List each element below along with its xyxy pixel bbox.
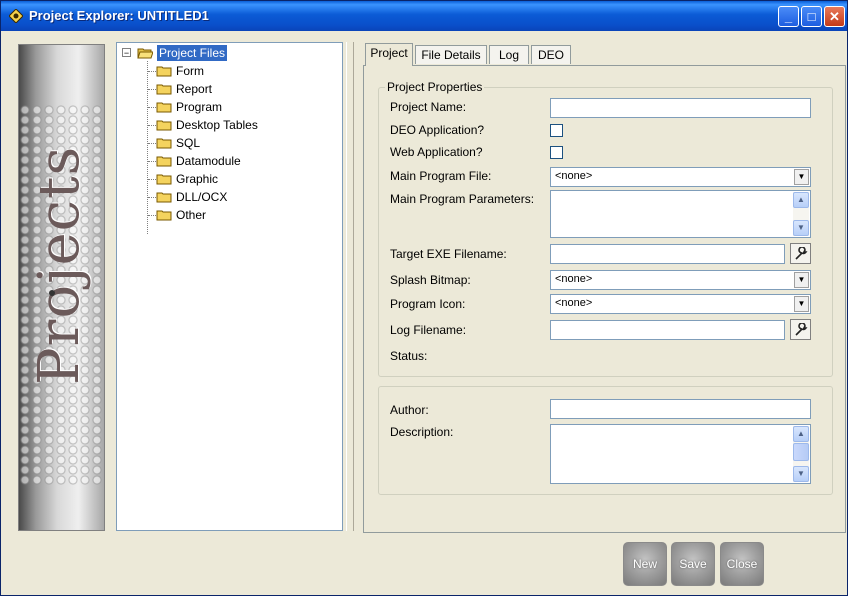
project-name-label: Project Name: [390, 100, 467, 114]
scroll-down-icon[interactable]: ▼ [793, 220, 809, 236]
open-folder-icon [137, 48, 153, 59]
main-program-file-label: Main Program File: [390, 169, 492, 183]
web-application-label: Web Application? [390, 145, 483, 159]
folder-icon [156, 192, 172, 203]
scroll-up-icon[interactable]: ▲ [793, 192, 809, 208]
project-tree[interactable]: − Project Files Form Report Program Desk… [116, 42, 343, 531]
status-label: Status: [390, 349, 428, 363]
tab-file-details[interactable]: File Details [415, 45, 487, 64]
vertical-scrollbar[interactable]: ▲ ▼ [793, 192, 809, 236]
description-input[interactable]: ▲ ▼ [550, 424, 811, 484]
tree-item-label: Other [176, 208, 207, 222]
author-input[interactable] [550, 399, 811, 419]
scroll-up-icon[interactable]: ▲ [793, 426, 809, 442]
target-exe-filename-label: Target EXE Filename: [390, 247, 507, 261]
project-name-input[interactable] [550, 98, 811, 118]
program-icon-value: <none> [555, 297, 593, 309]
projects-logo-text: Projects [27, 145, 92, 385]
chevron-down-icon[interactable]: ▼ [794, 296, 809, 312]
target-exe-filename-input[interactable] [550, 244, 785, 264]
folder-icon [156, 84, 172, 95]
tab-project[interactable]: Project [365, 43, 413, 66]
app-icon [9, 9, 23, 23]
main-program-parameters-input[interactable]: ▲ ▼ [550, 190, 811, 238]
splash-bitmap-select[interactable]: <none> ▼ [550, 270, 811, 290]
tab-deo[interactable]: DEO [531, 45, 571, 64]
projects-banner-image: Projects [18, 44, 105, 531]
vertical-scrollbar[interactable]: ▲ ▼ [793, 426, 809, 482]
close-button[interactable]: Close [720, 542, 764, 586]
folder-icon [156, 138, 172, 149]
chevron-down-icon[interactable]: ▼ [794, 272, 809, 288]
title-bar[interactable]: Project Explorer: UNTITLED1 _ □ ✕ [1, 1, 847, 31]
folder-icon [156, 120, 172, 131]
tree-item-label: Program [176, 100, 223, 114]
tree-item-label: Report [176, 82, 213, 96]
minimize-button[interactable]: _ [778, 6, 799, 27]
web-application-checkbox[interactable] [550, 146, 563, 159]
folder-icon [156, 66, 172, 77]
new-button[interactable]: New [623, 542, 667, 586]
tree-item-label: Datamodule [176, 154, 241, 168]
folder-icon [156, 102, 172, 113]
main-program-parameters-label: Main Program Parameters: [390, 192, 535, 206]
log-filename-input[interactable] [550, 320, 785, 340]
tree-item-label: SQL [176, 136, 201, 150]
close-window-button[interactable]: ✕ [824, 6, 845, 27]
wrench-icon[interactable] [790, 319, 811, 340]
main-program-file-value: <none> [555, 170, 593, 182]
tab-log[interactable]: Log [489, 45, 529, 64]
deo-application-checkbox[interactable] [550, 124, 563, 137]
maximize-button[interactable]: □ [801, 6, 822, 27]
tree-item-label: Desktop Tables [176, 118, 258, 132]
scroll-down-icon[interactable]: ▼ [793, 466, 809, 482]
author-label: Author: [390, 403, 429, 417]
project-tab-panel: Project Properties Project Name: DEO App… [363, 65, 846, 533]
chevron-down-icon[interactable]: ▼ [794, 169, 809, 185]
description-label: Description: [390, 425, 454, 439]
window-title: Project Explorer: UNTITLED1 [29, 8, 209, 23]
pane-splitter[interactable] [346, 42, 354, 531]
deo-application-label: DEO Application? [390, 123, 485, 137]
tree-item-label: DLL/OCX [176, 190, 228, 204]
banner-dot [49, 290, 55, 296]
folder-icon [156, 210, 172, 221]
program-icon-select[interactable]: <none> ▼ [550, 294, 811, 314]
save-button[interactable]: Save [671, 542, 715, 586]
splash-bitmap-label: Splash Bitmap: [390, 273, 471, 287]
log-filename-label: Log Filename: [390, 323, 467, 337]
project-explorer-window: Project Explorer: UNTITLED1 _ □ ✕ Projec… [0, 0, 848, 596]
tree-item-label: Graphic [176, 172, 219, 186]
folder-icon [156, 174, 172, 185]
scroll-thumb[interactable] [793, 443, 809, 461]
tree-item-label: Form [176, 64, 204, 78]
tree-root-label: Project Files [157, 45, 228, 61]
program-icon-label: Program Icon: [390, 297, 466, 311]
main-program-file-select[interactable]: <none> ▼ [550, 167, 811, 187]
splash-bitmap-value: <none> [555, 273, 593, 285]
group-title: Project Properties [385, 80, 485, 94]
tree-connector-line [147, 61, 149, 234]
wrench-icon[interactable] [790, 243, 811, 264]
tree-collapse-toggle[interactable]: − [122, 48, 131, 58]
folder-icon [156, 156, 172, 167]
